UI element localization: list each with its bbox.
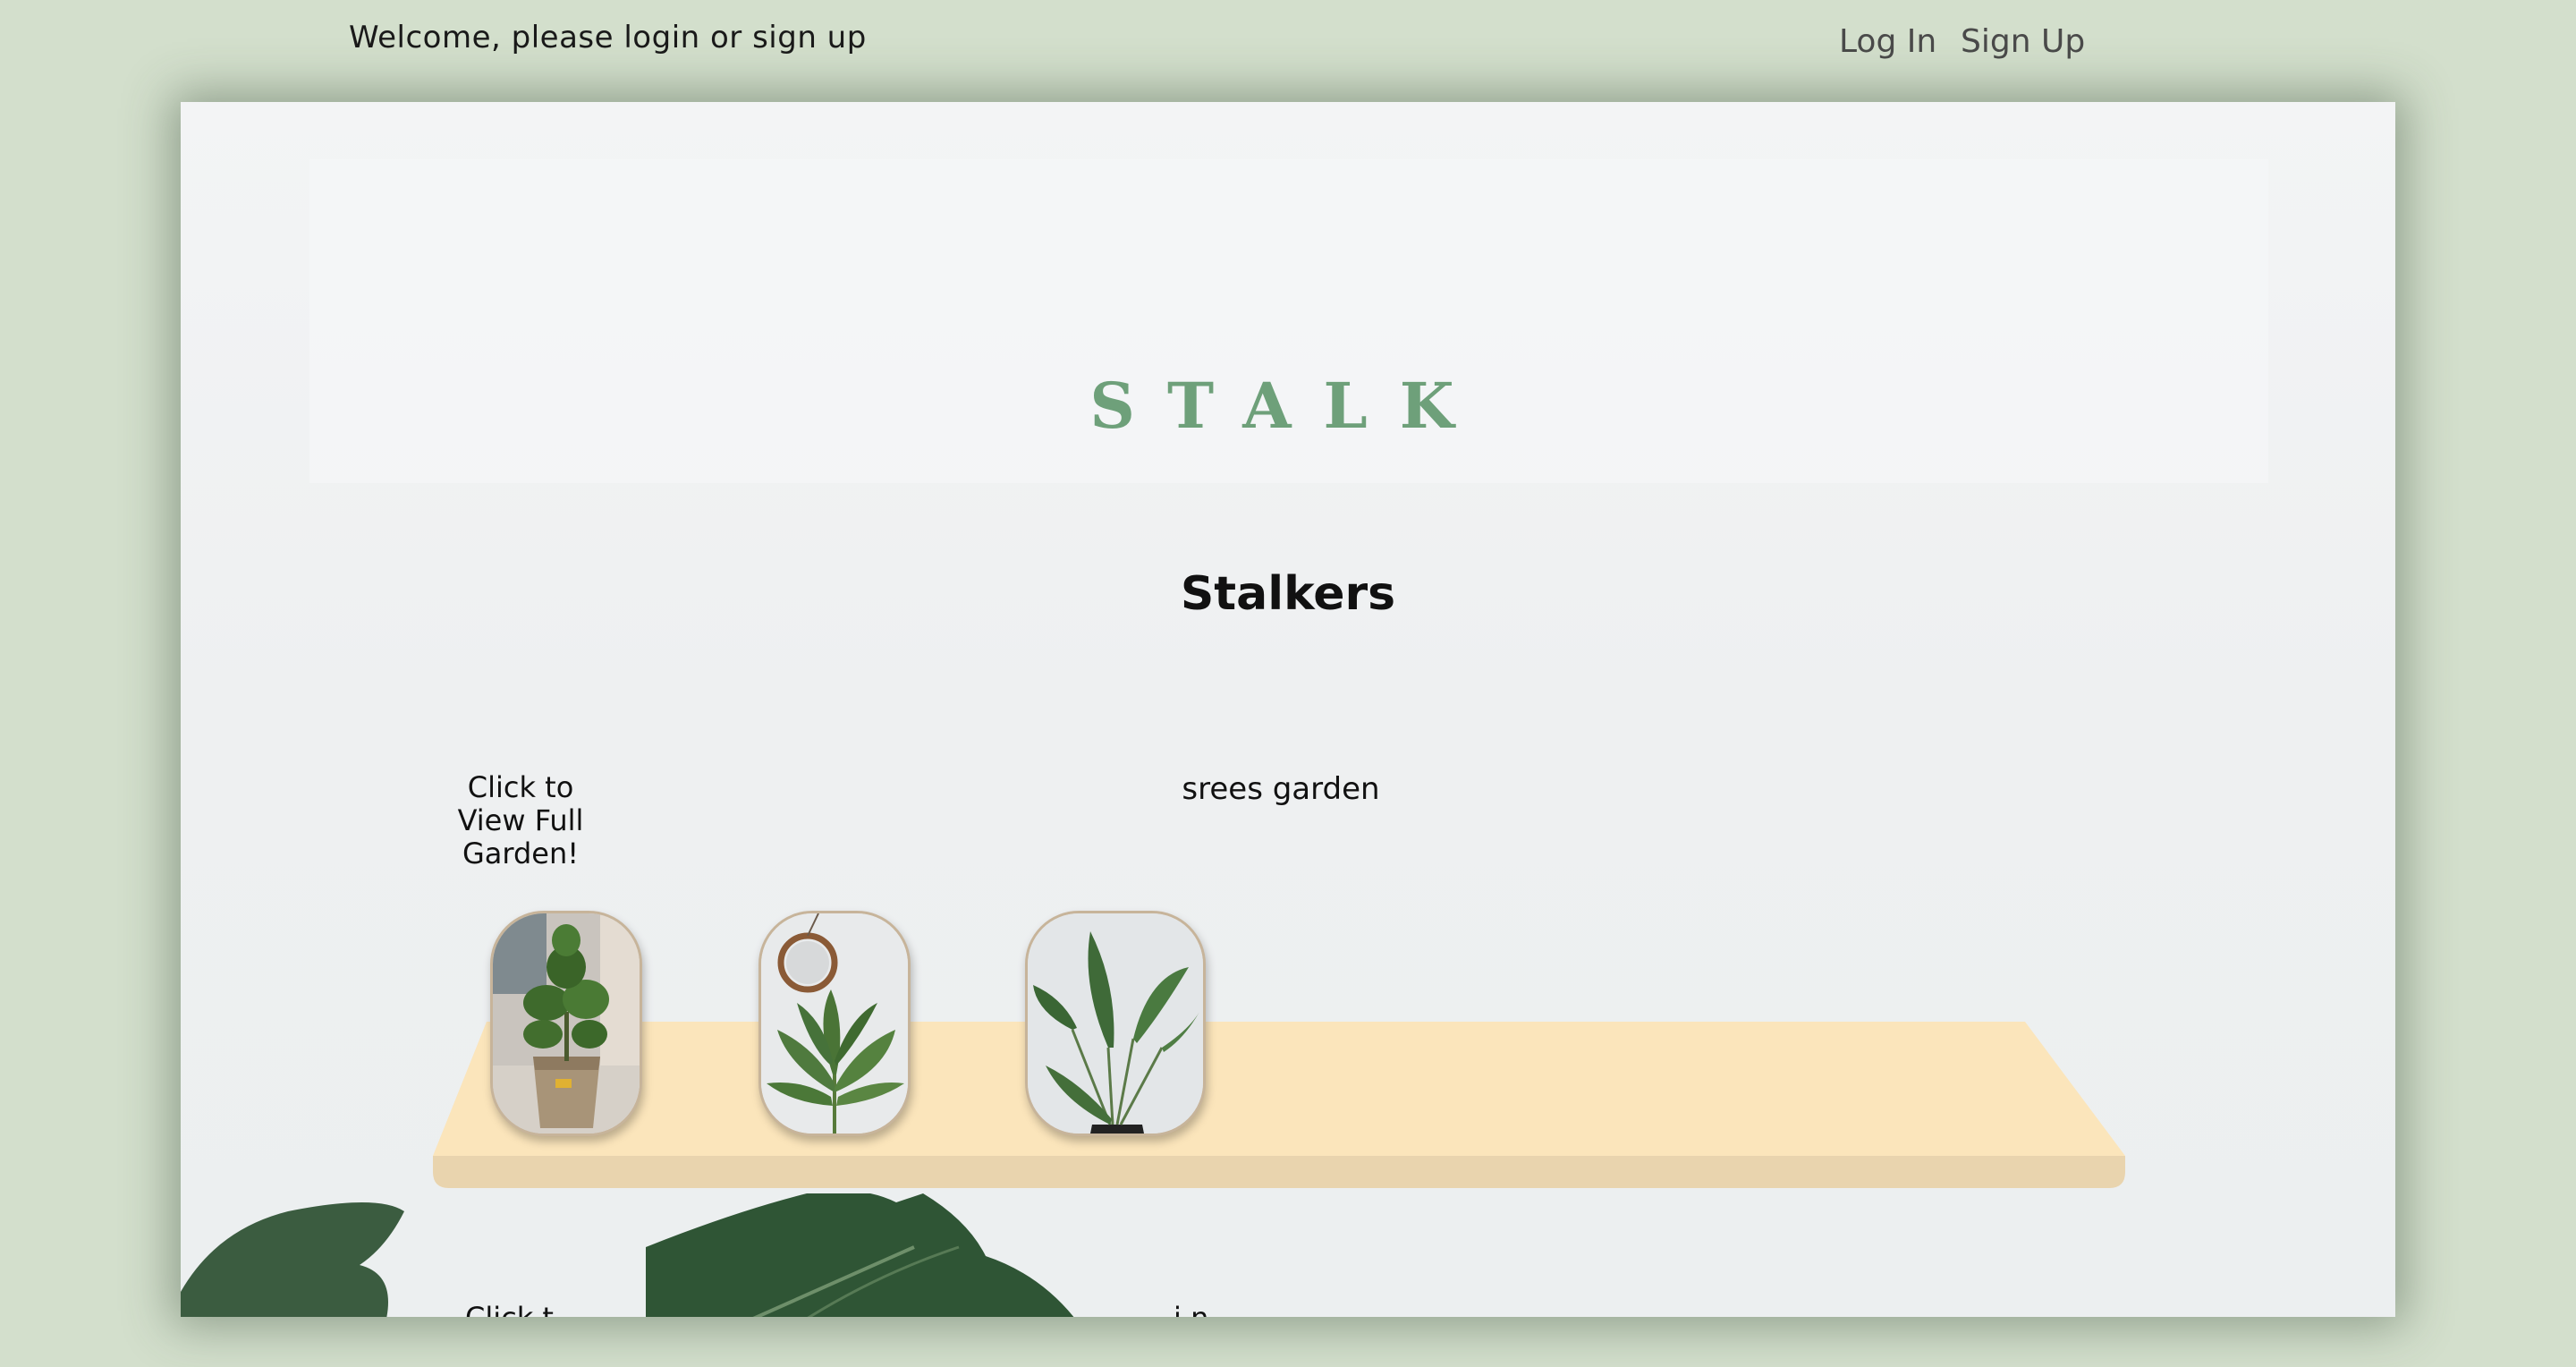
page-title: Stalkers (1180, 567, 1396, 621)
shelf (433, 1022, 2125, 1188)
view-garden-link[interactable]: Click t (465, 1301, 554, 1317)
garden-owner-label: srees garden (1182, 771, 1380, 807)
top-bar: Welcome, please login or sign up Log In … (0, 0, 2576, 100)
signup-link[interactable]: Sign Up (1961, 23, 2085, 60)
site-logo[interactable]: STALK (181, 369, 2395, 443)
peace-lily-photo-icon (761, 913, 908, 1134)
view-garden-link[interactable]: Click to View Full Garden! (436, 771, 606, 870)
plant-card[interactable] (1025, 911, 1206, 1136)
plant-card[interactable] (758, 911, 911, 1136)
login-link[interactable]: Log In (1839, 23, 1936, 60)
shelf-edge (433, 1156, 2125, 1188)
garden-owner-label: i n (1174, 1301, 1208, 1317)
main-panel: STALK Stalkers Click to View Full Garden… (181, 102, 2395, 1317)
shelf-top (433, 1022, 2125, 1156)
bird-of-paradise-photo-icon (1028, 913, 1203, 1134)
monstera-leaves-decoration (181, 1193, 1074, 1317)
welcome-message: Welcome, please login or sign up (349, 20, 867, 55)
plant-card[interactable] (490, 911, 642, 1136)
fiddle-leaf-fig-photo-icon (493, 913, 640, 1134)
